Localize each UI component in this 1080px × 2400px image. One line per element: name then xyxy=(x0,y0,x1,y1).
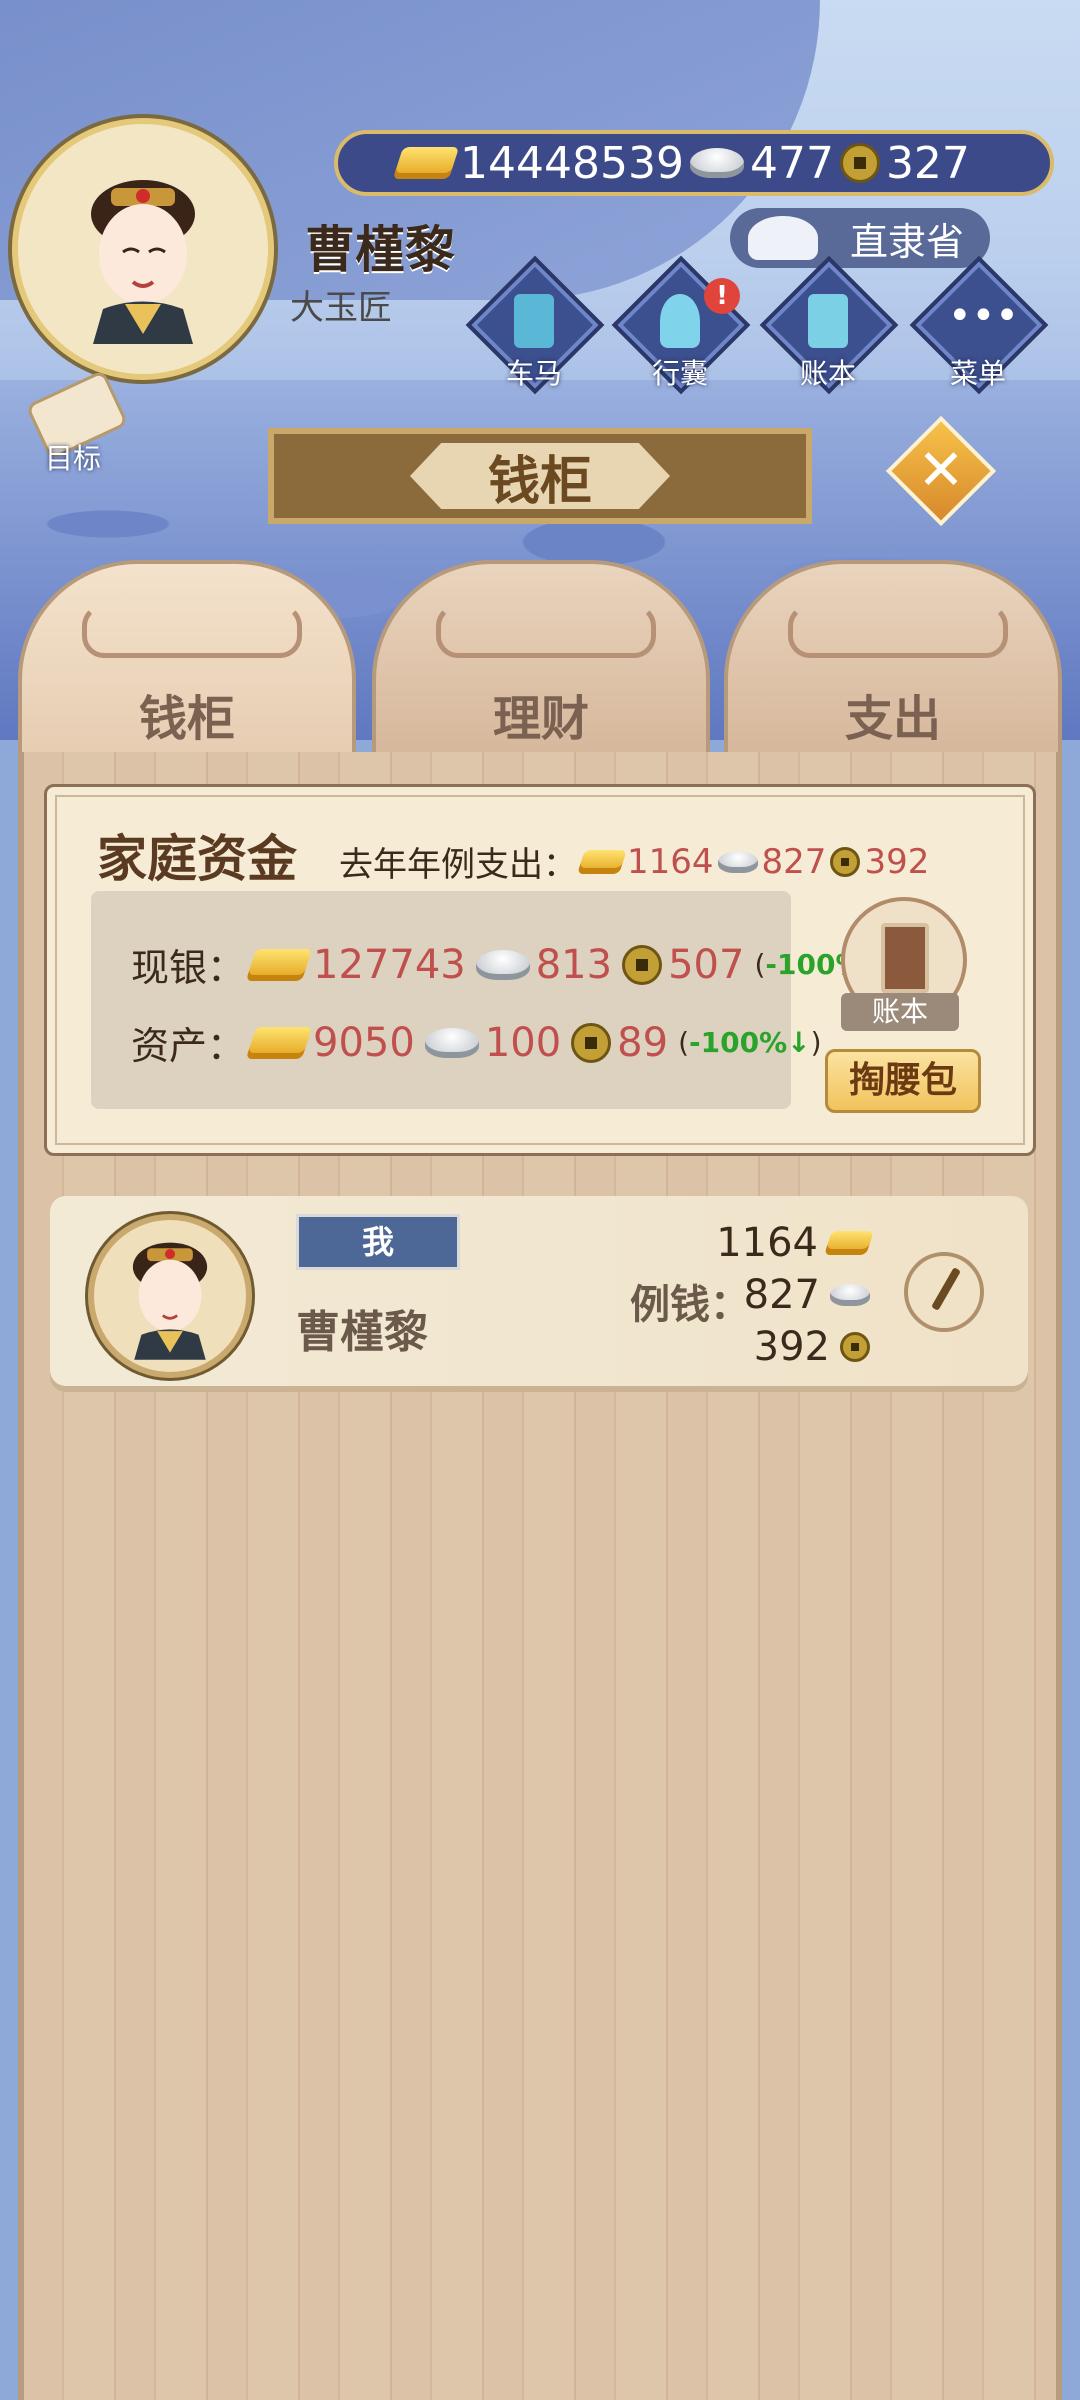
copper-coin-icon xyxy=(830,846,861,877)
cash-copper: 507 xyxy=(668,941,745,988)
ledger-label: 账本 xyxy=(841,993,959,1031)
allowance-silver-row: 827 xyxy=(744,1272,870,1318)
menu-ledger-label: 账本 xyxy=(799,357,856,390)
member-name: 曹槿黎 xyxy=(296,1307,428,1358)
more-icon: ••• xyxy=(948,293,1019,339)
cash-change-open: ( xyxy=(754,948,766,981)
gold-ingot-icon xyxy=(245,1026,313,1059)
allowance-label: 例钱： xyxy=(630,1282,750,1328)
menu-more-label: 菜单 xyxy=(949,357,1006,390)
last-year-label: 去年年例支出： xyxy=(339,845,577,885)
goal-button[interactable]: 目标 xyxy=(18,369,129,475)
assets-change-value: -100%↓ xyxy=(689,1026,811,1059)
allowance-silver: 827 xyxy=(743,1272,820,1318)
cloud-swirl-icon xyxy=(82,604,302,658)
allowance-copper: 392 xyxy=(753,1324,830,1370)
last-year-copper: 392 xyxy=(864,841,930,882)
close-icon: ✕ xyxy=(917,438,965,503)
member-avatar[interactable] xyxy=(88,1214,252,1378)
fund-title: 家庭资金 xyxy=(97,830,297,888)
tab-expense[interactable]: 支出 xyxy=(724,560,1062,760)
tab-cabinet[interactable]: 钱柜 xyxy=(18,560,356,760)
assets-gold: 9050 xyxy=(313,1019,415,1066)
silver-amount: 477 xyxy=(749,137,834,189)
silver-ingot-icon xyxy=(830,1284,870,1306)
province-button[interactable]: 直隶省 xyxy=(730,208,990,268)
assets-row: 资产： 9050 100 89 (-100%↓) xyxy=(131,1015,822,1070)
page-title: 钱柜 xyxy=(410,443,670,509)
gold-ingot-icon xyxy=(245,948,313,981)
copper-coin-icon xyxy=(622,944,663,985)
bag-icon xyxy=(660,294,700,348)
province-map-icon xyxy=(748,216,818,260)
cash-row: 现银： 127743 813 507 (-100%↓) xyxy=(131,937,898,992)
copper-coin-icon xyxy=(571,1022,612,1063)
cloud-swirl-icon xyxy=(788,604,1008,658)
fund-detail-box: 现银： 127743 813 507 (-100%↓) 资产： 9050 100… xyxy=(91,891,898,1109)
ledger-icon xyxy=(808,294,848,348)
goal-label: 目标 xyxy=(44,442,101,475)
silver-ingot-icon xyxy=(717,850,758,873)
allowance-gold: 1164 xyxy=(716,1220,818,1266)
tab-expense-label: 支出 xyxy=(844,691,941,747)
tab-finance-label: 理财 xyxy=(492,691,589,747)
player-name: 曹槿黎 xyxy=(305,221,455,279)
menu-ledger[interactable]: 账本 xyxy=(759,255,899,395)
tab-finance[interactable]: 理财 xyxy=(372,560,710,760)
player-title: 大玉匠 xyxy=(290,288,392,328)
silver-ingot-icon xyxy=(424,1027,479,1058)
assets-change-close: ) xyxy=(810,1026,822,1059)
gold-ingot-icon xyxy=(392,147,460,179)
member-card: 我 曹槿黎 例钱： 1164 827 392 xyxy=(50,1196,1028,1386)
assets-silver: 100 xyxy=(484,1019,562,1066)
family-fund-card: 家庭资金 去年年例支出： 1164 827 392 现银： 127743 813… xyxy=(44,784,1036,1156)
allowance-copper-row: 392 xyxy=(754,1324,870,1370)
gold-ingot-icon xyxy=(824,1231,874,1255)
menu-bag-label: 行囊 xyxy=(651,357,708,390)
assets-label: 资产： xyxy=(131,1024,246,1068)
copper-coin-icon xyxy=(840,1332,870,1362)
carriage-icon xyxy=(514,294,554,348)
silver-ingot-icon xyxy=(689,148,744,178)
tab-cabinet-label: 钱柜 xyxy=(138,691,235,747)
assets-change: (-100%↓) xyxy=(678,1026,821,1059)
province-label: 直隶省 xyxy=(849,219,964,264)
cash-silver: 813 xyxy=(535,941,613,988)
currency-bar: 14448539 477 327 xyxy=(334,130,1054,196)
brush-icon[interactable] xyxy=(904,1252,984,1332)
copper-coin-icon xyxy=(839,143,880,183)
last-year-expense: 去年年例支出： 1164 827 392 xyxy=(339,837,929,886)
cloud-swirl-icon xyxy=(436,604,656,658)
pay-from-pocket-button[interactable]: 掏腰包 xyxy=(825,1049,981,1113)
menu-carriage-label: 车马 xyxy=(505,357,562,390)
me-tag: 我 xyxy=(296,1214,460,1270)
book-icon xyxy=(881,923,929,993)
menu-more[interactable]: ••• 菜单 xyxy=(909,255,1049,395)
last-year-gold: 1164 xyxy=(627,841,714,882)
avatar-portrait xyxy=(91,180,195,344)
silver-ingot-icon xyxy=(475,949,530,980)
cash-gold: 127743 xyxy=(313,941,466,988)
avatar-portrait xyxy=(132,1242,208,1360)
gold-ingot-icon xyxy=(577,849,627,874)
alert-badge: ! xyxy=(704,278,740,314)
page-title-plaque: 钱柜 xyxy=(268,428,812,524)
player-avatar[interactable] xyxy=(12,118,274,380)
allowance-gold-row: 1164 xyxy=(716,1220,874,1266)
last-year-silver: 827 xyxy=(761,841,827,882)
cash-label: 现银： xyxy=(131,946,246,990)
menu-carriage[interactable]: 车马 xyxy=(465,255,605,395)
gold-amount: 14448539 xyxy=(460,137,684,189)
menu-bag[interactable]: ! 行囊 xyxy=(611,255,751,395)
copper-amount: 327 xyxy=(885,137,970,189)
assets-copper: 89 xyxy=(617,1019,669,1066)
assets-change-open: ( xyxy=(678,1026,690,1059)
